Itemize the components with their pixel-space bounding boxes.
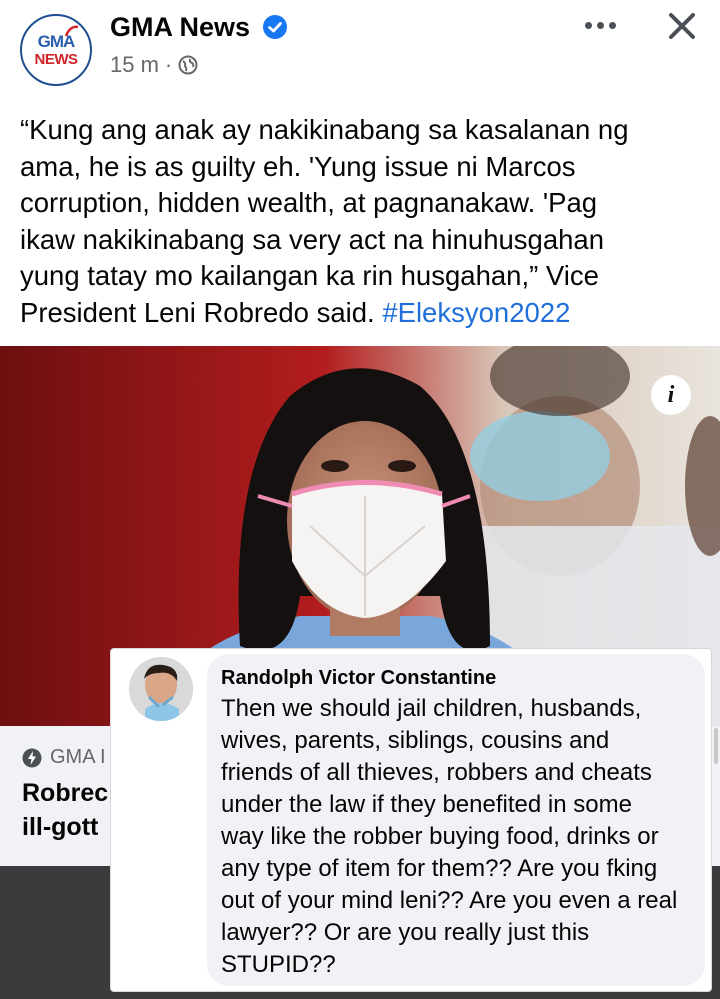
- dot-icon: [608, 21, 616, 29]
- commenter-avatar-image: [129, 657, 193, 721]
- comment-text-line: under the law if they benefited in some: [221, 791, 632, 818]
- page-avatar[interactable]: GMA NEWS: [20, 14, 92, 86]
- post-text-last-line: President Leni Robredo said. #Eleksyon20…: [20, 295, 710, 332]
- post-text-line: ikaw nakikinabang sa very act na hinuhus…: [20, 223, 604, 255]
- comment-text-line: STUPID??: [221, 951, 336, 978]
- post-header: GMA NEWS GMA News 15 m ·: [0, 0, 720, 96]
- meta-separator: ·: [164, 52, 173, 77]
- post-text-line: corruption, hidden wealth, at pagnanakaw…: [20, 187, 598, 218]
- post-timestamp[interactable]: 15 m: [110, 52, 159, 78]
- commenter-name[interactable]: Randolph Victor Constantine: [221, 667, 496, 690]
- comment-text-line: out of your mind leni?? Are you even a r…: [221, 887, 678, 914]
- post-text-line: yung tatay mo kailangan ka rin husgahan,…: [20, 260, 599, 291]
- dot-icon: [584, 21, 592, 29]
- scroll-indicator: [714, 728, 718, 764]
- link-source-label: GMA I: [50, 746, 106, 768]
- logo-text-bottom: NEWS: [34, 51, 79, 68]
- post-text: “Kung ang anak ay nakikinabang sa kasala…: [20, 112, 710, 331]
- commenter-avatar[interactable]: [129, 657, 193, 721]
- close-icon[interactable]: [662, 6, 702, 46]
- more-options-button[interactable]: [578, 10, 622, 40]
- comment-text-line: wives, parents, siblings, cousins and: [221, 727, 610, 754]
- post-meta: 15 m ·: [110, 52, 198, 78]
- comment-text-line: way like the robber buying food, drinks …: [221, 823, 659, 850]
- link-source: GMA I: [22, 746, 106, 769]
- comment-text-line: lawyer?? Or are you really just this: [221, 919, 590, 946]
- comment-text-line: friends of all thieves, robbers and chea…: [221, 759, 652, 786]
- post-text-line: “Kung ang anak ay nakikinabang sa kasala…: [20, 114, 629, 145]
- comment-text: Then we should jail children, husbands, …: [221, 693, 709, 981]
- logo-text-top: GMA: [37, 32, 76, 51]
- globe-icon: [178, 55, 198, 75]
- verified-badge-icon: [263, 15, 287, 39]
- post-text-line: President Leni Robredo said.: [20, 296, 375, 328]
- post-text-line: ama, he is as guilty eh. 'Yung issue ni …: [20, 150, 576, 182]
- comment-text-line: Then we should jail children, husbands,: [221, 695, 642, 722]
- comment-text-line: any type of item for them?? Are you fkin…: [221, 855, 658, 882]
- comment-card: Randolph Victor Constantine Then we shou…: [110, 648, 712, 992]
- dot-icon: [596, 21, 604, 29]
- instant-article-bolt-icon: [22, 748, 42, 767]
- info-button[interactable]: i: [651, 375, 691, 415]
- page-name[interactable]: GMA News: [110, 12, 250, 43]
- hashtag-link[interactable]: #Eleksyon2022: [382, 297, 570, 328]
